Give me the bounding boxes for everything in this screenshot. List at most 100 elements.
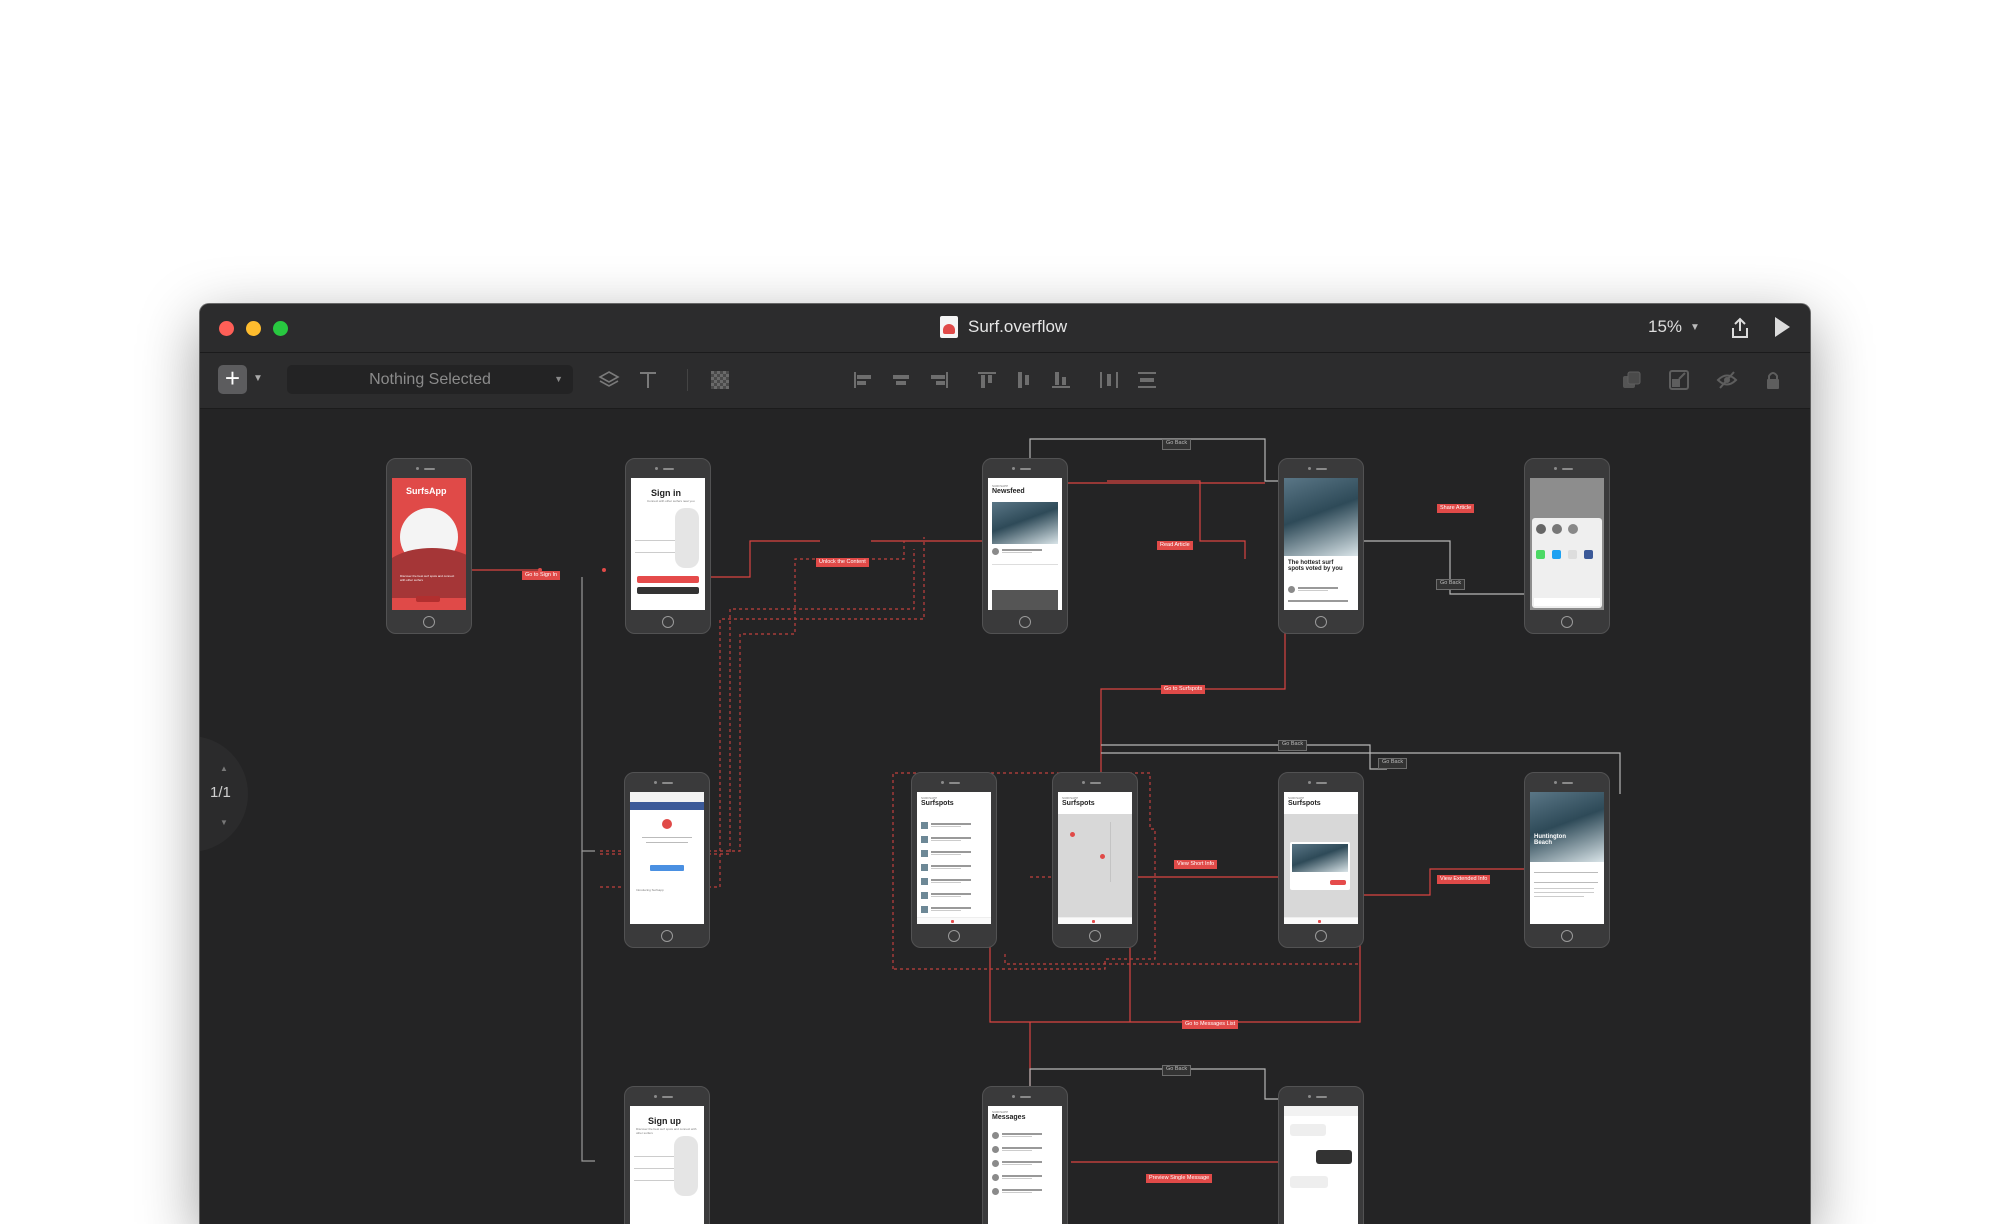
splash-cta-button[interactable] (416, 596, 440, 602)
screen-signin[interactable]: Sign in Connect with other surfers near … (625, 458, 711, 634)
newsfeed-title: Newsfeed (992, 488, 1025, 495)
distribute-horizontal-icon[interactable] (1098, 370, 1120, 390)
share-icon[interactable] (1728, 316, 1752, 340)
message-thread-screen (1284, 1106, 1358, 1224)
signin-title: Sign in (651, 488, 681, 498)
article-screen: The hottest surf spots voted by you (1284, 478, 1358, 610)
selection-label: Nothing Selected (369, 371, 491, 388)
screen-share-sheet[interactable] (1524, 458, 1610, 634)
home-button (948, 930, 960, 942)
maximize-window-button[interactable] (273, 321, 288, 336)
chevron-up-icon[interactable]: ▲ (220, 764, 228, 773)
flow-label-back[interactable]: Go Back (1378, 758, 1408, 769)
home-button (1561, 930, 1573, 942)
spot-card-button[interactable] (1330, 880, 1346, 885)
flow-label[interactable]: Go to Surfspots (1161, 685, 1206, 694)
flow-label[interactable]: Go to Sign In (522, 571, 561, 580)
messages-screen: SURFSAPP Messages (988, 1106, 1062, 1224)
surfer-photo (675, 508, 699, 568)
screen-newsfeed[interactable]: SURFSAPP Newsfeed (982, 458, 1068, 634)
home-button (423, 616, 435, 628)
screen-splash[interactable]: SurfsApp Discover the best surf spots an… (386, 458, 472, 634)
screen-messages[interactable]: SURFSAPP Messages (982, 1086, 1068, 1224)
screen-signup[interactable]: Sign up Discover the best surf spots and… (624, 1086, 710, 1224)
add-button[interactable]: + (218, 365, 247, 394)
flow-label-back[interactable]: Go Back (1436, 579, 1466, 590)
surfspots-list-title: Surfspots (921, 800, 954, 807)
canvas[interactable]: SurfsApp Discover the best surf spots an… (200, 409, 1810, 1224)
detail-hero-photo (1530, 792, 1604, 862)
screen-surfspots-card[interactable]: SURFSAPP Surfspots (1278, 772, 1364, 948)
flow-label-back[interactable]: Go Back (1278, 740, 1308, 751)
close-window-button[interactable] (219, 321, 234, 336)
splash-title: SurfsApp (406, 486, 447, 496)
newsfeed-screen: SURFSAPP Newsfeed (988, 478, 1062, 610)
screen-onboarding[interactable]: Introducing Surfsapp (624, 772, 710, 948)
signin-text: Connect with other surfers near you (647, 499, 695, 503)
screen-message-thread[interactable] (1278, 1086, 1364, 1224)
align-center-horizontal-icon[interactable] (890, 370, 912, 390)
align-middle-icon[interactable] (1013, 370, 1035, 390)
hide-icon[interactable] (1716, 370, 1738, 390)
chevron-down-icon: ▼ (1690, 321, 1700, 333)
distribute-vertical-icon[interactable] (1136, 370, 1158, 390)
align-top-icon[interactable] (976, 370, 998, 390)
flow-label[interactable]: Share Article (1437, 504, 1475, 513)
flow-label[interactable]: Go to Messages List (1182, 1020, 1239, 1029)
surfspots-card-screen: SURFSAPP Surfspots (1284, 792, 1358, 924)
toolbar: + ▼ Nothing Selected ▼ (200, 353, 1810, 409)
splash-screen: SurfsApp Discover the best surf spots an… (392, 478, 466, 610)
share-sheet-screen (1530, 478, 1604, 610)
text-tool-icon[interactable] (637, 370, 659, 390)
align-left-icon[interactable] (852, 370, 874, 390)
zoom-dropdown[interactable]: 15% ▼ (1648, 317, 1700, 337)
screen-spot-detail[interactable]: Huntington Beach (1524, 772, 1610, 948)
flow-label[interactable]: Read Article (1157, 541, 1193, 550)
screen-surfspots-map[interactable]: SURFSAPP Surfspots (1052, 772, 1138, 948)
flow-label[interactable]: View Extended Info (1437, 875, 1491, 884)
onboard-continue-button[interactable] (650, 865, 684, 871)
flow-label[interactable]: View Short Info (1174, 860, 1218, 869)
home-button (1561, 616, 1573, 628)
layers-icon[interactable] (598, 370, 620, 390)
signin-button[interactable] (637, 576, 699, 583)
duplicate-icon[interactable] (1621, 370, 1643, 390)
signup-screen: Sign up Discover the best surf spots and… (630, 1106, 704, 1224)
add-menu-chevron-icon[interactable]: ▼ (253, 373, 263, 384)
align-bottom-icon[interactable] (1050, 370, 1072, 390)
flow-label[interactable]: Unlock the Content (816, 558, 869, 567)
selection-dropdown[interactable]: Nothing Selected ▼ (287, 365, 573, 394)
spot-detail-screen: Huntington Beach (1530, 792, 1604, 924)
chevron-down-icon[interactable]: ▼ (220, 818, 228, 827)
resize-icon[interactable] (1668, 370, 1690, 390)
onboard-text: Introducing Surfsapp (636, 888, 664, 892)
facebook-signin-button[interactable] (637, 587, 699, 594)
surfspots-map-screen: SURFSAPP Surfspots (1058, 792, 1132, 924)
map-pin-icon[interactable] (1100, 854, 1105, 859)
minimize-window-button[interactable] (246, 321, 261, 336)
splash-text: Discover the best surf spots and connect… (400, 574, 455, 582)
map-pin-icon[interactable] (1070, 832, 1075, 837)
chevron-down-icon: ▼ (554, 374, 563, 384)
home-button (1089, 930, 1101, 942)
screen-surfspots-list[interactable]: SURFSAPP Surfspots (911, 772, 997, 948)
document-icon (940, 316, 958, 338)
align-right-icon[interactable] (928, 370, 950, 390)
flow-label-back[interactable]: Go Back (1162, 439, 1192, 450)
signin-screen: Sign in Connect with other surfers near … (631, 478, 705, 610)
surfspots-map-title: Surfspots (1062, 800, 1095, 807)
screen-article[interactable]: The hottest surf spots voted by you (1278, 458, 1364, 634)
lock-icon[interactable] (1762, 370, 1784, 390)
app-window: Surf.overflow 15% ▼ + ▼ Nothing Selected… (200, 304, 1810, 1224)
background-pattern-icon[interactable] (709, 370, 731, 390)
home-button (662, 616, 674, 628)
flow-label-back[interactable]: Go Back (1162, 1065, 1192, 1076)
flow-label[interactable]: Preview Single Message (1146, 1174, 1213, 1183)
zoom-level: 15% (1648, 317, 1683, 336)
article-hero-photo (1284, 478, 1358, 556)
play-icon[interactable] (1775, 317, 1790, 337)
app-logo-icon (662, 819, 672, 829)
home-button (661, 930, 673, 942)
home-button (1019, 616, 1031, 628)
signup-text: Discover the best surf spots and connect… (636, 1127, 697, 1135)
